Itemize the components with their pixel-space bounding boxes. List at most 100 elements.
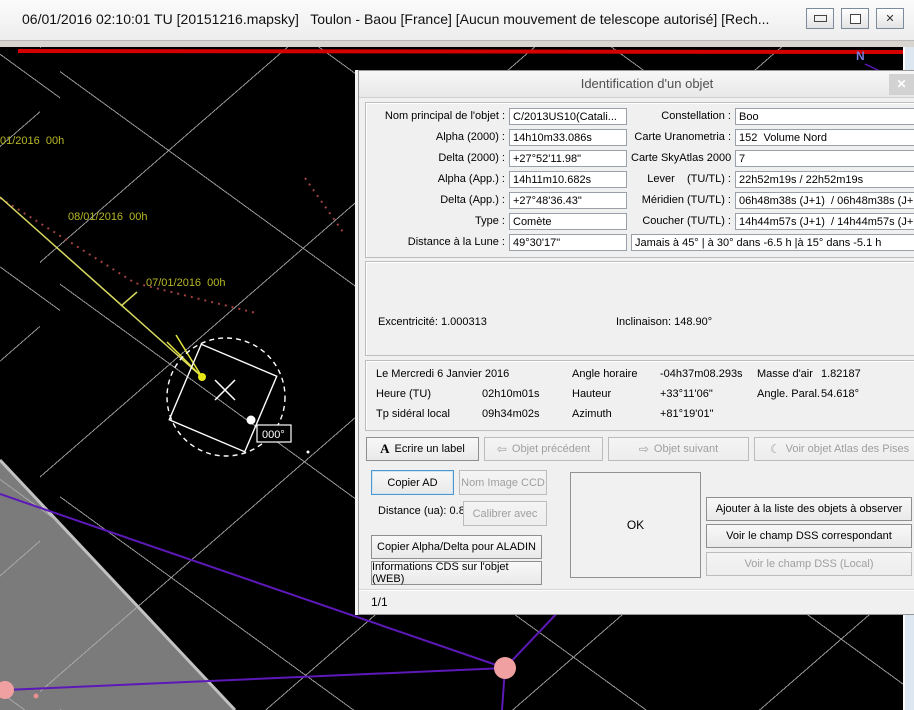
azimuth-value: +81°19'01" [660,408,757,428]
alphaapp-label: Alpha (App.) : [370,171,505,188]
sideral-label: Tp sidéral local [376,408,482,428]
voir-dss-correspondant-button[interactable]: Voir le champ DSS correspondant [706,524,912,548]
meridien-field[interactable]: 06h48m38s (J+1) / 06h48m38s (J+1) [735,192,914,209]
restore-icon [850,14,861,24]
deltaapp-label: Delta (App.) : [370,192,505,209]
dotted-track-line-2 [305,178,343,232]
faint-star-dot [307,451,310,454]
uranometria-field[interactable]: 152 Volume Nord [735,129,914,146]
constellation-line-2 [5,668,505,690]
type-label: Type : [370,213,505,230]
paral-value: 54.618° [821,388,914,408]
dialog-title: Identification d'un objet [359,71,914,98]
ok-button[interactable]: OK [570,472,701,578]
window-title: 06/01/2016 02:10:01 TU [20151216.mapsky]… [22,11,769,27]
alphaapp-field[interactable]: 14h11m10.682s [509,171,627,188]
informations-cds-button[interactable]: Informations CDS sur l'objet (WEB) [371,561,542,585]
lune-field[interactable]: 49°30'17" [509,234,627,251]
alpha2000-label: Alpha (2000) : [370,129,505,146]
heure-value: 02h10m01s [482,388,572,408]
voir-atlas-text: Voir objet Atlas des Pises [786,443,910,455]
inclinaison-text: Inclinaison: 148.90° [616,312,716,333]
coucher-label: Coucher (TU/TL) : [631,213,731,230]
nom-label: Nom principal de l'objet : [370,108,505,125]
deltaapp-field[interactable]: +27°48'36.43" [509,192,627,209]
close-button[interactable]: ✕ [876,8,904,29]
constellation-label: Constellation : [631,108,731,125]
app-window: { "window": { "title": "06/01/2016 02:10… [0,0,914,710]
objet-suivant-button[interactable]: ⇨ Objet suivant [608,437,749,461]
alpha2000-field[interactable]: 14h10m33.086s [509,129,627,146]
heure-label: Heure (TU) [376,388,482,408]
skyatlas-label: Carte SkyAtlas 2000 : [631,150,731,167]
trajectory-date-label-top: 01/2016 00h [0,135,64,147]
minimize-button[interactable] [806,8,834,29]
arrow-right-icon: ⇨ [639,442,649,456]
angle-horaire-value: -04h37m08.293s [660,368,757,388]
ecrire-label-button[interactable]: A Ecrire un label [366,437,479,461]
bright-star-dot-left[interactable] [0,681,14,699]
ajouter-liste-button[interactable]: Ajouter à la liste des objets à observer [706,497,912,521]
copier-aladin-button[interactable]: Copier Alpha/Delta pour ALADIN [371,535,542,559]
north-indicator: N [856,49,865,63]
restore-button[interactable] [841,8,869,29]
dialog-close-button[interactable]: ✕ [889,74,914,95]
window-titlebar: 06/01/2016 02:10:01 TU [20151216.mapsky]… [0,0,914,41]
objet-suivant-text: Objet suivant [654,443,718,455]
azimuth-label: Azimuth [572,408,660,428]
window-frame-strip [0,41,914,47]
label-a-icon: A [380,441,389,457]
uranometria-label: Carte Uranometria : [631,129,731,146]
dialog-close-icon: ✕ [896,77,906,91]
lever-field[interactable]: 22h52m19s / 22h52m19s [735,171,914,188]
minimize-icon [814,15,827,22]
arrow-left-icon: ⇦ [497,442,507,456]
moon-icon: ☾ [770,442,781,456]
identification-fields-group: Nom principal de l'objet : C/2013US10(Ca… [365,102,914,258]
comet-tail-line-2 [176,335,202,377]
status-separator [359,589,914,590]
meridien-label: Méridien (TU/TL) : [631,192,731,209]
masse-air-value: 1.82187 [821,368,914,388]
excentricite-text: Excentricité: 1.000313 [378,312,542,333]
trajectory-date-tick [121,292,137,306]
reference-star-dot[interactable] [247,416,256,425]
ephemeris-group: Le Mercredi 6 Janvier 2016 Angle horaire… [365,360,914,431]
angle-horaire-label: Angle horaire [572,368,660,388]
sideral-value: 09h34m02s [482,408,572,428]
ecrire-label-text: Ecrire un label [395,443,465,455]
delta2000-field[interactable]: +27°52'11.98" [509,150,627,167]
ephemeris-date: Le Mercredi 6 Janvier 2016 [376,368,572,388]
small-star-dot [34,694,39,699]
constellation-line-3 [505,610,560,668]
hauteur-label: Hauteur [572,388,660,408]
window-controls: ✕ [806,8,904,29]
angle-label-text: 000° [262,429,285,441]
selection-cross-marker [215,380,235,400]
skyatlas-field[interactable]: 7 [735,150,914,167]
paral-label: Angle. Paral. [757,388,821,408]
voir-atlas-button[interactable]: ☾ Voir objet Atlas des Pises [754,437,914,461]
nom-image-ccd-button[interactable]: Nom Image CCD [459,470,547,495]
visibility-field: Jamais à 45° | à 30° dans -6.5 h |à 15° … [631,234,914,251]
identification-dialog: Identification d'un objet ✕ Nom principa… [358,70,914,615]
orbital-elements-group: Excentricité: 1.000313 Date de Per. 15/1… [365,261,914,356]
constellation-field[interactable]: Boo [735,108,914,125]
calibrer-avec-button[interactable]: Calibrer avec [463,501,547,526]
close-icon: ✕ [885,12,894,25]
coucher-field[interactable]: 14h44m57s (J+1) / 14h44m57s (J+1) [735,213,914,230]
copier-ad-button[interactable]: Copier AD [371,470,454,495]
lune-label: Distance à la Lune : [370,234,505,251]
lever-label: Lever (TU/TL) : [631,171,731,188]
trajectory-date-label-08: 08/01/2016 00h [68,211,148,223]
type-field[interactable]: Comète [509,213,627,230]
objet-precedent-text: Objet précédent [512,443,590,455]
voir-dss-local-button[interactable]: Voir le champ DSS (Local) [706,552,912,576]
red-boundary-line [18,51,914,52]
nom-field[interactable]: C/2013US10(Catali... [509,108,627,125]
objet-precedent-button[interactable]: ⇦ Objet précédent [484,437,603,461]
bright-star-dot[interactable] [494,657,516,679]
comet-position-dot[interactable] [198,373,206,381]
delta2000-label: Delta (2000) : [370,150,505,167]
hauteur-value: +33°11'06" [660,388,757,408]
